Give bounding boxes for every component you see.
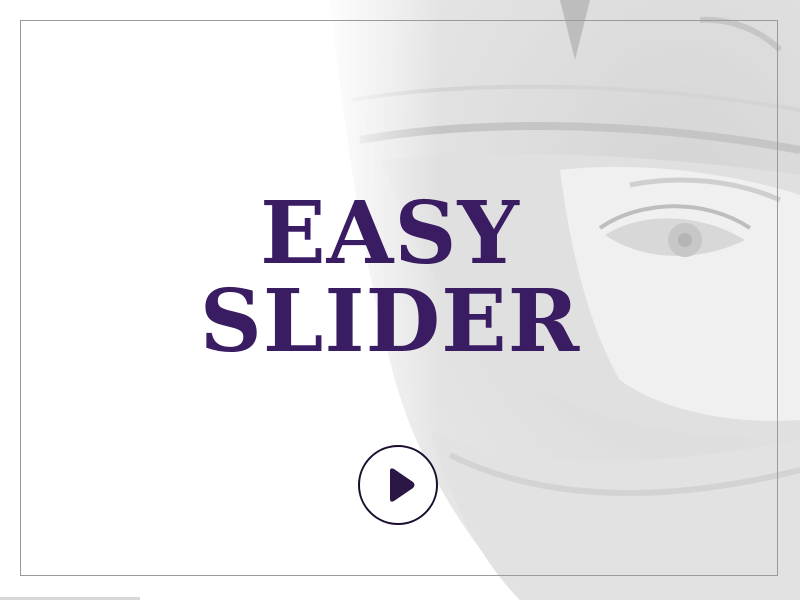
title-line-2: SLIDER — [199, 271, 581, 372]
title-line-1: EASY — [260, 183, 520, 284]
play-button[interactable] — [358, 445, 438, 525]
slider-slide: EASY SLIDER — [0, 0, 800, 600]
play-icon — [390, 468, 415, 502]
slide-title: EASY SLIDER — [150, 190, 630, 366]
